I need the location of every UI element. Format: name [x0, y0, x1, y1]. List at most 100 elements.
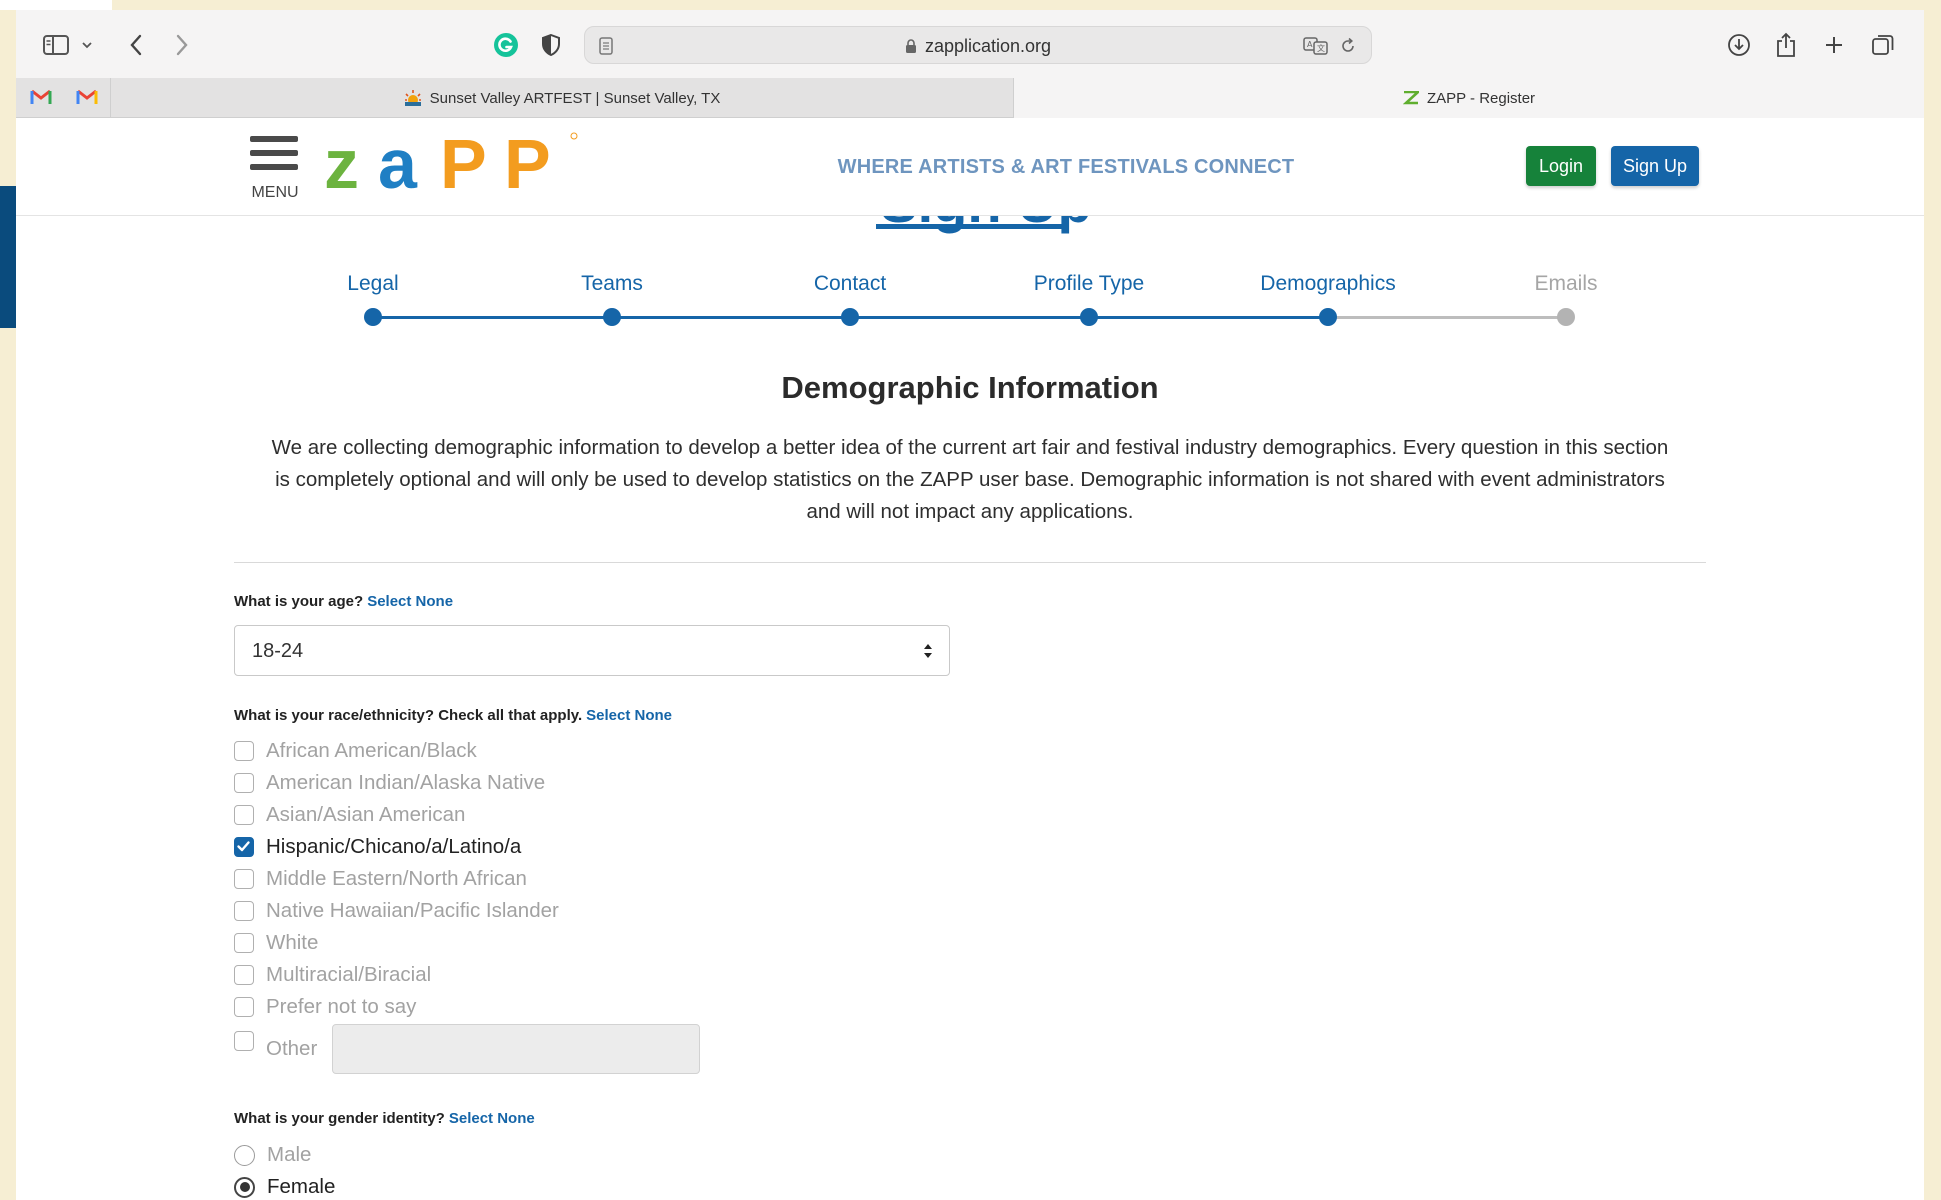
race-option-label: Other — [266, 1037, 318, 1060]
svg-text:P: P — [440, 130, 485, 196]
address-bar[interactable]: zapplication.org A文 — [584, 26, 1372, 64]
hamburger-icon-bar — [250, 164, 298, 170]
lock-icon — [905, 39, 916, 53]
step-dot — [1080, 308, 1098, 326]
step-dot — [1319, 308, 1337, 326]
checkbox[interactable] — [234, 901, 254, 921]
radio-button-selected[interactable] — [234, 1176, 255, 1198]
background-frame — [0, 0, 1941, 10]
step-contact[interactable]: Contact — [750, 272, 950, 296]
privacy-shield-icon[interactable] — [540, 32, 562, 58]
checkbox[interactable] — [234, 1031, 254, 1051]
zapp-favicon-icon — [1402, 91, 1419, 105]
checkbox[interactable] — [234, 869, 254, 889]
tab-label: ZAPP - Register — [1426, 89, 1536, 107]
chevron-down-icon[interactable] — [80, 32, 94, 58]
race-option[interactable]: African American/Black — [234, 738, 477, 764]
gender-question-text: What is your gender identity? — [234, 1110, 445, 1127]
race-option-label: White — [266, 931, 319, 954]
grammarly-extension-icon[interactable] — [492, 32, 520, 58]
race-option[interactable]: American Indian/Alaska Native — [234, 770, 545, 796]
gender-option[interactable]: Male — [234, 1142, 311, 1168]
menu-label: MENU — [251, 184, 299, 201]
race-option[interactable]: Asian/Asian American — [234, 802, 465, 828]
race-option-label: Multiracial/Biracial — [266, 963, 432, 986]
login-button[interactable]: Login — [1526, 146, 1596, 186]
checkbox[interactable] — [234, 933, 254, 953]
zapp-logo[interactable]: z a P P — [324, 130, 580, 196]
share-icon[interactable] — [1774, 32, 1798, 58]
race-option[interactable]: Middle Eastern/North African — [234, 866, 527, 892]
step-demographics[interactable]: Demographics — [1228, 272, 1428, 296]
back-icon[interactable] — [126, 32, 146, 58]
hamburger-icon-bar — [250, 150, 298, 156]
hamburger-icon — [250, 136, 298, 142]
downloads-icon[interactable] — [1726, 32, 1752, 58]
step-dot — [841, 308, 859, 326]
checkmark-icon — [237, 841, 250, 852]
race-option[interactable]: Multiracial/Biracial — [234, 962, 431, 988]
race-option[interactable]: White — [234, 930, 318, 956]
tab-zapp-register[interactable]: ZAPP - Register — [1014, 78, 1924, 118]
race-option-label: Hispanic/Chicano/a/Latino/a — [266, 835, 522, 858]
race-option-label: African American/Black — [266, 739, 477, 762]
radio-button[interactable] — [234, 1144, 255, 1166]
section-divider — [234, 562, 1706, 563]
race-option-label: Asian/Asian American — [266, 803, 466, 826]
browser-window: zapplication.org A文 Sunset Valley ARTFES… — [16, 10, 1924, 1200]
race-option-other[interactable]: Other — [234, 1031, 318, 1062]
gender-option[interactable]: Female — [234, 1174, 335, 1200]
page-title-underline — [876, 224, 1062, 229]
translate-icon[interactable]: A文 — [1303, 36, 1329, 61]
menu-button[interactable]: MENU — [250, 136, 300, 201]
gender-option-label: Female — [267, 1175, 336, 1198]
new-tab-icon[interactable] — [1822, 32, 1846, 58]
section-title: Demographic Information — [781, 370, 1159, 405]
svg-text:P: P — [504, 130, 549, 196]
checkbox[interactable] — [234, 773, 254, 793]
age-select-none-link[interactable]: Select None — [367, 593, 453, 610]
svg-text:a: a — [378, 130, 418, 196]
age-select[interactable]: 18-24 — [234, 625, 950, 676]
tab-label: Sunset Valley ARTFEST | Sunset Valley, T… — [429, 89, 721, 107]
race-select-none-link[interactable]: Select None — [586, 707, 672, 724]
background-frame-corner — [0, 0, 112, 10]
gender-select-none-link[interactable]: Select None — [449, 1110, 535, 1127]
checkbox[interactable] — [234, 741, 254, 761]
race-option[interactable]: Hispanic/Chicano/a/Latino/a — [234, 834, 521, 860]
race-option-label: American Indian/Alaska Native — [266, 771, 546, 794]
svg-text:A: A — [1307, 40, 1313, 49]
forward-icon[interactable] — [172, 32, 192, 58]
sunset-favicon-icon — [404, 90, 421, 106]
race-option[interactable]: Native Hawaiian/Pacific Islander — [234, 898, 559, 924]
step-dot — [1557, 308, 1575, 326]
intro-line: and will not impact any applications. — [806, 500, 1134, 523]
intro-text: We are collecting demographic informatio… — [238, 432, 1702, 528]
step-legal[interactable]: Legal — [273, 272, 473, 296]
checkbox[interactable] — [234, 805, 254, 825]
step-profile-type[interactable]: Profile Type — [989, 272, 1189, 296]
tab-sunset-valley[interactable]: Sunset Valley ARTFEST | Sunset Valley, T… — [110, 78, 1014, 118]
svg-text:z: z — [324, 130, 357, 196]
select-caret-icon — [924, 644, 932, 658]
gmail-pinned-tab-icon[interactable] — [76, 88, 98, 106]
site-tagline: WHERE ARTISTS & ART FESTIVALS CONNECT — [837, 156, 1295, 178]
checkbox[interactable] — [234, 997, 254, 1017]
reload-icon[interactable] — [1339, 37, 1357, 60]
gmail-pinned-tab-icon[interactable] — [30, 88, 52, 106]
race-option-label: Prefer not to say — [266, 995, 417, 1018]
gender-question: What is your gender identity? Select None — [234, 1110, 535, 1127]
age-select-value: 18-24 — [252, 640, 304, 662]
checkbox[interactable] — [234, 965, 254, 985]
age-question-text: What is your age? — [234, 593, 364, 610]
tab-overview-icon[interactable] — [1870, 32, 1896, 58]
race-option[interactable]: Prefer not to say — [234, 994, 416, 1020]
intro-line: is completely optional and will only be … — [275, 468, 1665, 491]
other-race-input[interactable] — [332, 1024, 700, 1074]
sidebar-toggle-icon[interactable] — [42, 32, 70, 58]
browser-toolbar: zapplication.org A文 — [16, 10, 1924, 78]
signup-button[interactable]: Sign Up — [1611, 146, 1699, 186]
step-emails: Emails — [1534, 272, 1598, 295]
checkbox-checked[interactable] — [234, 837, 254, 857]
step-teams[interactable]: Teams — [512, 272, 712, 296]
